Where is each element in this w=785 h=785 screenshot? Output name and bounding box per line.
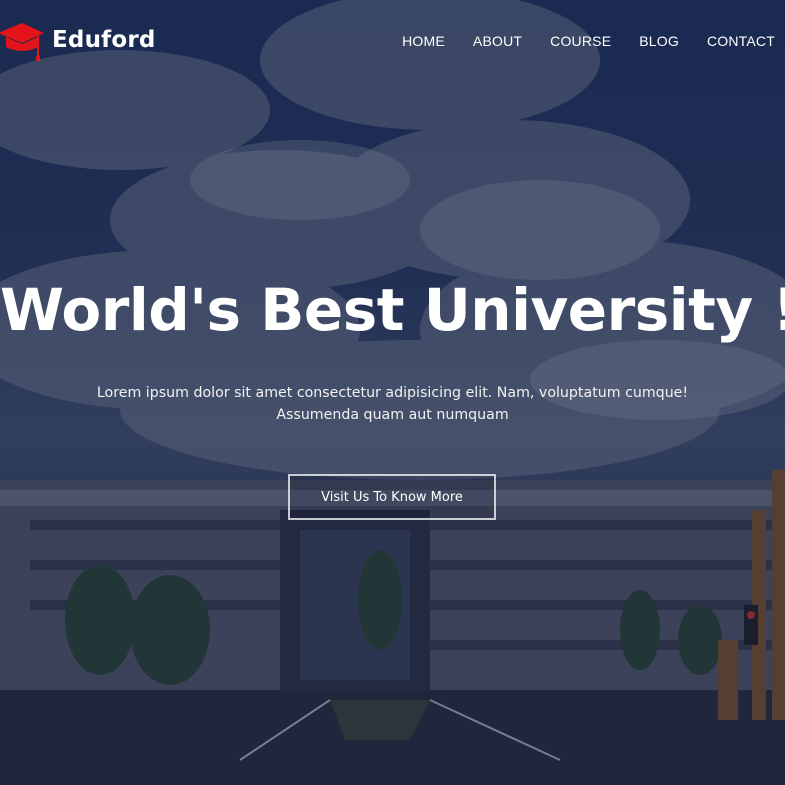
nav-contact-link[interactable]: CONTACT [707, 33, 775, 49]
hero-subtitle-line-2: Assumenda quam aut numquam [276, 407, 509, 423]
hero-title: World's Best University ! [0, 276, 785, 344]
brand-name: Eduford [52, 27, 156, 53]
hero-subtitle-line-1: Lorem ipsum dolor sit amet consectetur a… [96, 385, 689, 401]
visit-us-button[interactable]: Visit Us To Know More [288, 474, 496, 520]
nav-course-link[interactable]: COURSE [550, 33, 611, 49]
graduation-cap-icon [0, 18, 44, 62]
nav-menu: HOME ABOUT COURSE BLOG CONTACT [402, 33, 775, 49]
nav-home-link[interactable]: HOME [402, 33, 445, 49]
top-navbar: Eduford HOME ABOUT COURSE BLOG CONTACT [0, 0, 785, 80]
nav-about-link[interactable]: ABOUT [473, 33, 522, 49]
brand-logo[interactable]: Eduford [0, 18, 156, 62]
nav-blog-link[interactable]: BLOG [639, 33, 679, 49]
hero-subtitle: Lorem ipsum dolor sit amet consectetur a… [0, 382, 785, 426]
